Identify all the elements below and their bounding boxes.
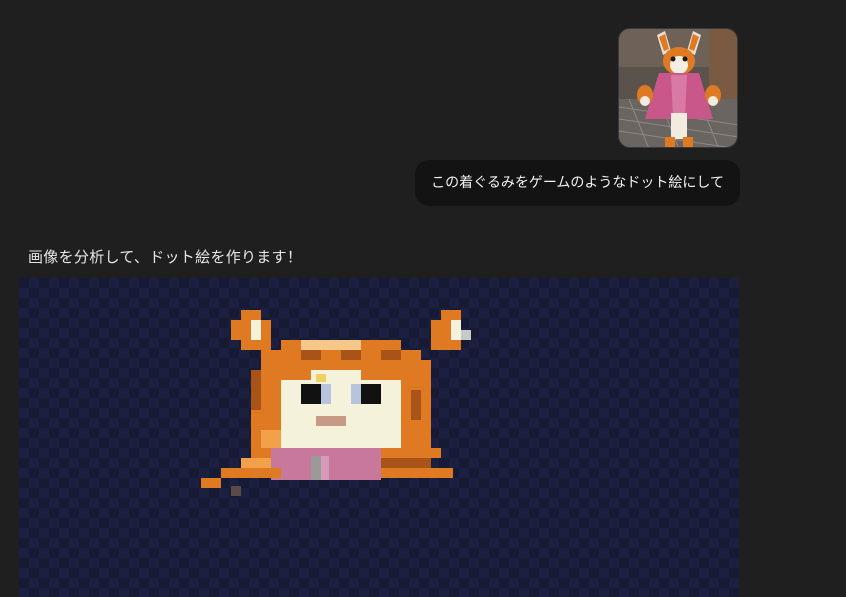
user-image-attachment[interactable] — [618, 28, 738, 148]
user-message-bubble: この着ぐるみをゲームのようなドット絵にして — [415, 160, 740, 206]
fursuit-photo-icon — [619, 29, 737, 147]
assistant-message-text: 画像を分析して、ドット絵を作ります！ — [28, 248, 303, 266]
chat-window: この着ぐるみをゲームのようなドット絵にして 画像を分析して、ドット絵を作ります！ — [0, 0, 846, 597]
pixel-character-icon — [201, 310, 471, 496]
pixel-art-canvas — [19, 278, 739, 597]
